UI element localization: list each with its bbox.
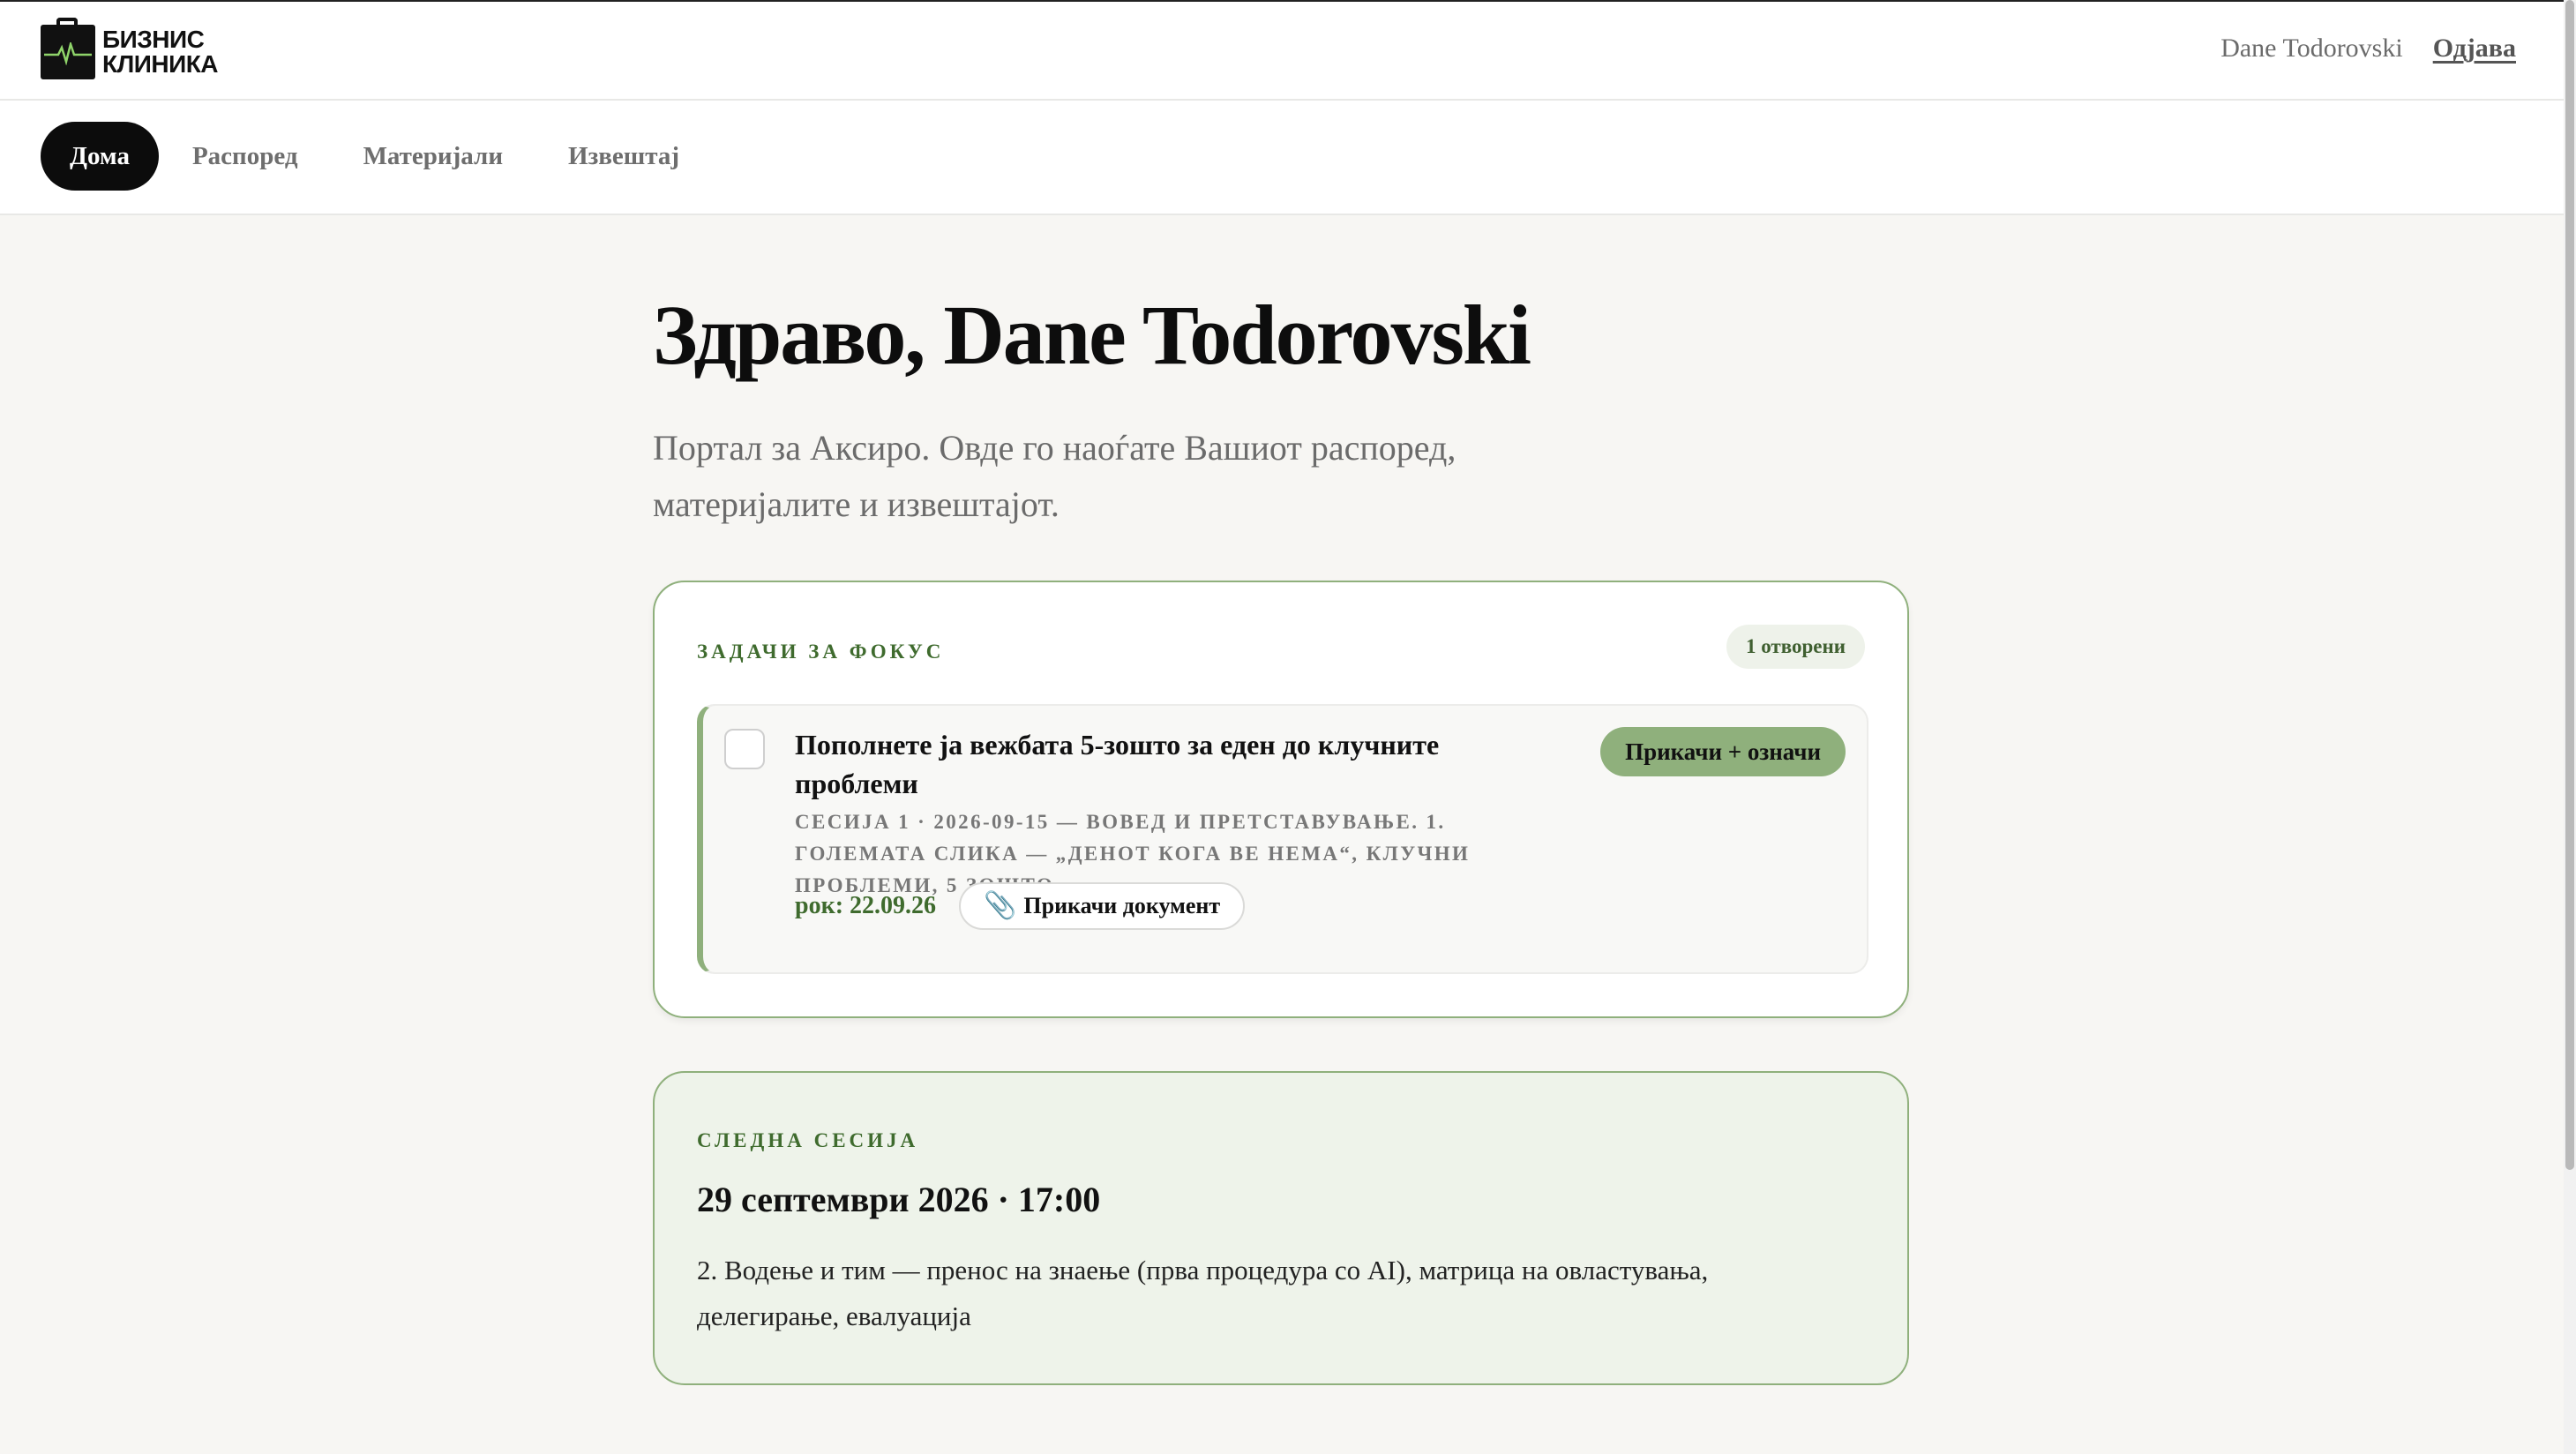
nav-item-materials[interactable]: Материјали [332, 122, 535, 191]
task-checkbox[interactable] [724, 729, 765, 769]
open-count-badge: 1 отворени [1726, 625, 1865, 669]
attach-document-button[interactable]: 📎 Прикачи документ [959, 882, 1246, 930]
page-scrollbar[interactable] [2564, 0, 2576, 1454]
next-session-card: СЛЕДНА СЕСИЈА 29 септември 2026 · 17:00 … [653, 1071, 1909, 1385]
user-name: Dane Todorovski [2220, 34, 2403, 63]
brand-name: БИЗНИС КЛИНИКА [102, 26, 219, 78]
user-area: Dane Todorovski Одјава [2220, 34, 2516, 64]
next-session-description: 2. Водење и тим — пренос на знаење (прва… [697, 1255, 1709, 1331]
focus-tasks-card: ЗАДАЧИ ЗА ФОКУС 1 отворени Пополнете ја … [653, 581, 1909, 1018]
task-footer: рок: 22.09.26 📎 Прикачи документ [795, 882, 1246, 930]
paperclip-icon: 📎 [984, 891, 1017, 920]
next-session-date: 29 септември 2026 · 17:00 [697, 1180, 1101, 1219]
attach-document-label: Прикачи документ [1023, 893, 1221, 918]
top-header: БИЗНИС КЛИНИКА Dane Todorovski Одјава [0, 0, 2564, 101]
nav-item-report[interactable]: Извештај [536, 122, 711, 191]
brand-logo[interactable]: БИЗНИС КЛИНИКА [41, 18, 219, 81]
main-navigation: Дома Распоред Материјали Извештај [0, 101, 2564, 215]
brand-line-2: КЛИНИКА [102, 50, 219, 78]
nav-item-home[interactable]: Дома [41, 122, 159, 191]
task-title: Пополнете ја вежбата 5-зошто за еден до … [795, 729, 1440, 799]
task-item: Пополнете ја вежбата 5-зошто за еден до … [697, 704, 1868, 974]
briefcase-heartbeat-icon [41, 18, 95, 79]
intro-text: Портал за Аксиро. Овде го наоѓате Вашиот… [653, 428, 1456, 524]
attach-and-mark-button[interactable]: Прикачи + означи [1600, 727, 1846, 776]
next-session-label: СЛЕДНА СЕСИЈА [697, 1129, 919, 1151]
nav-item-schedule[interactable]: Распоред [161, 122, 330, 191]
focus-tasks-label: ЗАДАЧИ ЗА ФОКУС [697, 641, 945, 663]
page-title: Здраво, Dane Todorovski [653, 288, 1531, 382]
task-due-date: рок: 22.09.26 [795, 892, 937, 919]
brand-line-1: БИЗНИС [102, 26, 205, 53]
scrollbar-thumb[interactable] [2565, 0, 2574, 1170]
logout-link[interactable]: Одјава [2433, 34, 2516, 64]
